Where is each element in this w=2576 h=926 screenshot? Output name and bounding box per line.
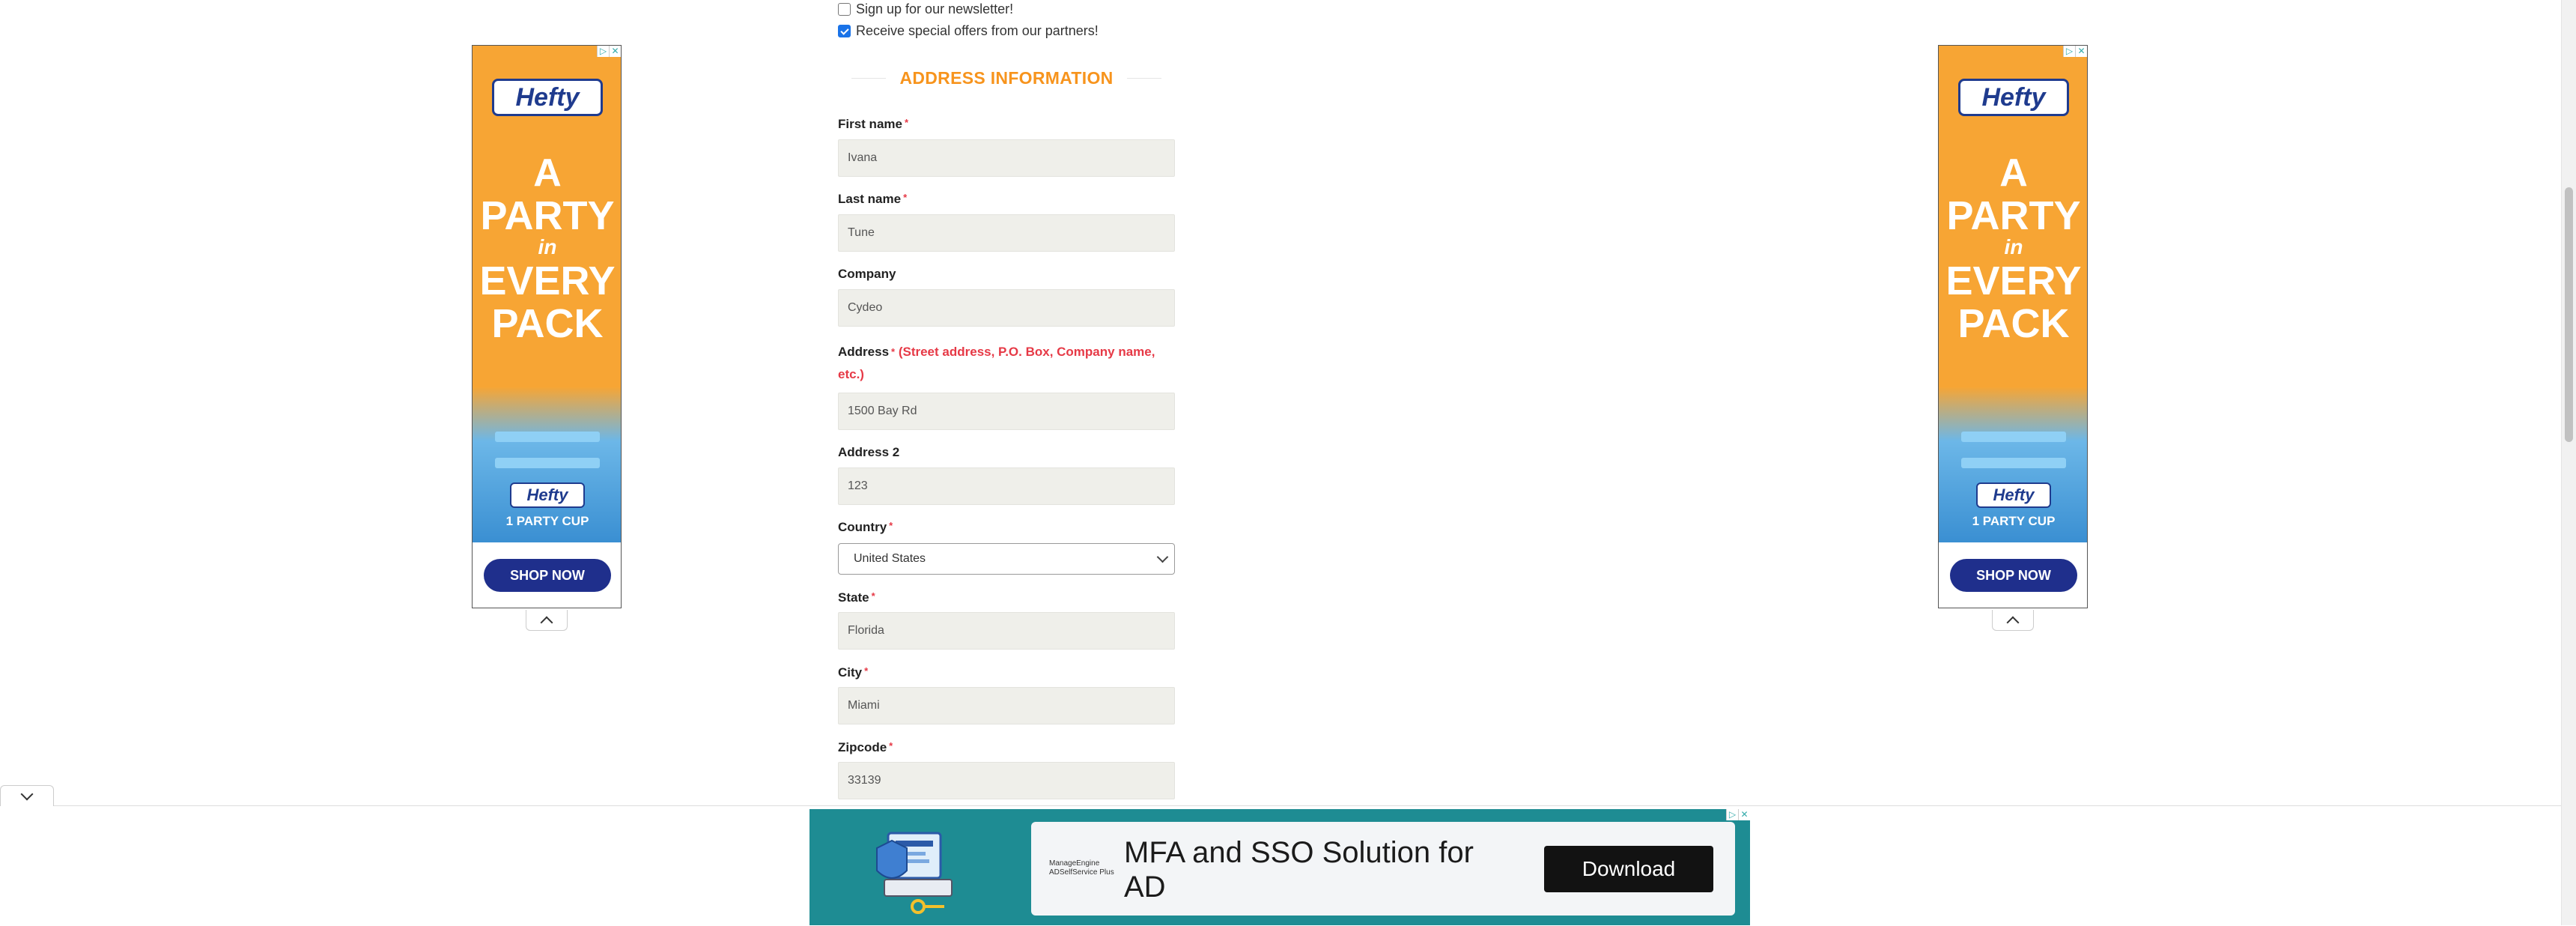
chevron-up-icon (540, 616, 553, 629)
ad-choices-icon[interactable]: ▷ (597, 46, 609, 57)
cups-image: Hefty 1 PARTY CUP (473, 387, 621, 542)
zipcode-field[interactable]: 33139 (838, 762, 1175, 799)
shop-now-button[interactable]: SHOP NOW (484, 559, 611, 592)
required-mark: * (891, 346, 896, 357)
offers-checkbox[interactable] (838, 25, 851, 37)
last-name-label: Last name * (838, 192, 908, 206)
cup-stack (495, 458, 600, 468)
scrollbar-thumb[interactable] (2565, 187, 2573, 442)
address-label: Address * (Street address, P.O. Box, Comp… (838, 345, 1155, 381)
divider (1126, 77, 1162, 79)
ad-choices-icon[interactable]: ▷ (2063, 46, 2075, 57)
chevron-up-icon (2006, 616, 2020, 629)
left-ad-collapse[interactable] (526, 610, 568, 631)
banner-panel: ManageEngine ADSelfService Plus MFA and … (1031, 822, 1735, 916)
security-illustration-icon (876, 832, 953, 914)
newsletter-label: Sign up for our newsletter! (856, 1, 1014, 16)
close-icon[interactable]: ✕ (609, 46, 621, 57)
ad-text-party: PARTY (1946, 193, 2081, 238)
ad-footer: SHOP NOW (1939, 542, 2087, 608)
ad-text-in: in (538, 235, 557, 258)
brand-logo: ManageEngine ADSelfService Plus (1049, 859, 1114, 877)
company-field[interactable]: Cydeo (838, 289, 1175, 327)
cup-stack (1961, 432, 2066, 442)
right-ad-collapse[interactable] (1992, 610, 2034, 631)
ad-choices[interactable]: ▷ ✕ (2063, 46, 2087, 57)
hefty-logo: Hefty (510, 482, 585, 508)
address-field[interactable]: 1500 Bay Rd (838, 393, 1175, 430)
hefty-logo: Hefty (1958, 79, 2069, 116)
ad-text-every: EVERY (1945, 258, 2082, 303)
divider (851, 77, 887, 79)
hefty-logo: Hefty (1976, 482, 2051, 508)
newsletter-checkbox[interactable] (838, 3, 851, 16)
offers-label: Receive special offers from our partners… (856, 23, 1099, 38)
state-label: State * (838, 590, 875, 605)
address2-label: Address 2 (838, 445, 900, 459)
bottom-ad-toggle[interactable] (0, 785, 54, 806)
required-mark: * (864, 665, 869, 677)
shop-now-button[interactable]: SHOP NOW (1950, 559, 2077, 592)
vertical-scrollbar[interactable] (2561, 0, 2576, 925)
hefty-logo: Hefty (492, 79, 603, 116)
country-label: Country * (838, 520, 893, 534)
city-label: City * (838, 665, 869, 680)
close-icon[interactable]: ✕ (1738, 809, 1750, 820)
cup-label: 1 PARTY CUP (505, 514, 589, 528)
cups-image: Hefty 1 PARTY CUP (1939, 387, 2087, 542)
right-side-ad[interactable]: ▷ ✕ Hefty A PARTY in EVERY PACK Hefty 1 … (1938, 45, 2088, 608)
ad-text-pack: PACK (1957, 301, 2070, 346)
ad-text-a: A (1999, 151, 2028, 195)
left-side-ad[interactable]: ▷ ✕ Hefty A PARTY in EVERY PACK Hefty 1 … (472, 45, 622, 608)
city-field[interactable]: Miami (838, 687, 1175, 724)
ad-text-a: A (533, 151, 562, 195)
zipcode-label: Zipcode * (838, 740, 893, 754)
last-name-field[interactable]: Tune (838, 214, 1175, 252)
company-label: Company (838, 267, 896, 281)
required-mark: * (904, 117, 909, 128)
cup-stack (495, 432, 600, 442)
download-button[interactable]: Download (1544, 846, 1713, 892)
chevron-down-icon (20, 787, 34, 800)
address2-field[interactable]: 123 (838, 467, 1175, 505)
ad-choices-icon[interactable]: ▷ (1726, 809, 1738, 820)
ad-text-every: EVERY (479, 258, 616, 303)
bottom-banner-ad[interactable]: ▷ ✕ ManageEngine ADSelfService Plus MFA … (809, 809, 1750, 925)
ad-text-in: in (2004, 235, 2023, 258)
state-field[interactable]: Florida (838, 612, 1175, 650)
section-title: ADDRESS INFORMATION (899, 67, 1114, 88)
required-mark: * (871, 590, 875, 602)
first-name-label: First name * (838, 117, 909, 131)
ad-choices[interactable]: ▷ ✕ (597, 46, 621, 57)
cup-stack (1961, 458, 2066, 468)
first-name-field[interactable]: Ivana (838, 139, 1175, 177)
close-icon[interactable]: ✕ (2075, 46, 2087, 57)
ad-footer: SHOP NOW (473, 542, 621, 608)
ad-text-party: PARTY (480, 193, 615, 238)
address-section-header: ADDRESS INFORMATION (838, 63, 1175, 93)
ad-choices[interactable]: ▷ ✕ (1726, 809, 1750, 820)
country-selected-value: United States (854, 552, 926, 565)
required-mark: * (903, 192, 908, 203)
required-mark: * (889, 520, 893, 531)
required-mark: * (889, 740, 893, 751)
country-select[interactable]: United States (838, 543, 1175, 575)
offers-checkbox-row[interactable]: Receive special offers from our partners… (838, 23, 1099, 39)
banner-headline: MFA and SSO Solution for AD (1124, 836, 1474, 904)
chevron-down-icon (1156, 551, 1169, 563)
cup-label: 1 PARTY CUP (1972, 514, 2056, 528)
ad-text-pack: PACK (491, 301, 604, 346)
newsletter-checkbox-row[interactable]: Sign up for our newsletter! (838, 1, 1013, 17)
